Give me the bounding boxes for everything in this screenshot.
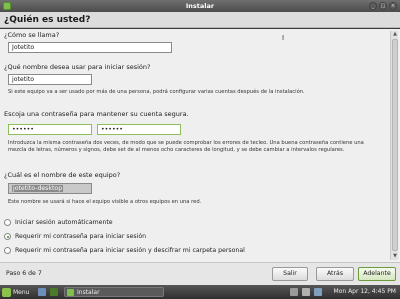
password-confirm-field[interactable]: •••••• — [97, 124, 181, 135]
radio-icon — [4, 247, 11, 254]
option-label: Iniciar sesión automáticamente — [15, 219, 113, 226]
scroll-down-icon[interactable]: ▼ — [391, 253, 399, 260]
require-password-option[interactable]: Requerir mi contraseña para iniciar sesi… — [4, 233, 146, 240]
name-field[interactable]: Jotetito — [8, 42, 172, 53]
page-title: ¿Quién es usted? — [4, 15, 91, 25]
start-menu-button[interactable]: Menu — [2, 287, 29, 297]
installer-icon — [67, 288, 74, 296]
step-indicator: Paso 6 de 7 — [6, 270, 42, 277]
taskbar: Menu Instalar Mon Apr 12, 4:45 PM — [0, 285, 400, 299]
password-field[interactable]: •••••• — [8, 124, 92, 135]
task-label: Instalar — [77, 288, 100, 296]
quit-button[interactable]: Salir — [272, 267, 308, 281]
back-button[interactable]: Atrás — [316, 267, 354, 281]
computer-name-field[interactable]: jotetito-desktop — [8, 183, 92, 194]
minimize-button[interactable]: _ — [369, 2, 377, 10]
taskbar-window-instalar[interactable]: Instalar — [64, 287, 164, 297]
radio-icon — [4, 219, 11, 226]
installer-icon — [3, 2, 11, 10]
computer-name-value: jotetito-desktop — [12, 185, 64, 192]
forward-button[interactable]: Adelante — [358, 267, 396, 281]
password-label: Escoja una contraseña para mantener su c… — [4, 110, 189, 118]
network-icon[interactable] — [290, 288, 298, 296]
menu-label: Menu — [13, 288, 30, 296]
login-label: ¿Qué nombre desea usar para iniciar sesi… — [4, 63, 151, 71]
computer-name-label: ¿Cuál es el nombre de este equipo? — [4, 171, 121, 179]
mint-logo-icon — [2, 287, 11, 297]
maximize-button[interactable]: □ — [379, 2, 387, 10]
scrollbar-thumb[interactable] — [392, 39, 398, 251]
radio-selected-icon — [4, 233, 11, 240]
show-desktop-icon[interactable] — [38, 288, 46, 296]
volume-icon[interactable] — [302, 288, 310, 296]
option-label: Requerir mi contraseña para iniciar sesi… — [15, 233, 147, 240]
vertical-scrollbar[interactable]: ▲ ▼ — [390, 31, 398, 260]
password-hint: Introduzca la misma contraseña dos veces… — [8, 140, 364, 153]
update-icon[interactable] — [314, 288, 322, 296]
encrypt-home-option[interactable]: Requerir mi contraseña para iniciar sesi… — [4, 247, 245, 254]
text-cursor-icon: Ⅰ — [282, 34, 285, 42]
wizard-footer: Paso 6 de 7 Salir Atrás Adelante — [0, 262, 400, 285]
close-button[interactable]: × — [389, 2, 397, 10]
terminal-icon[interactable] — [50, 288, 58, 296]
name-label: ¿Cómo se llama? — [4, 31, 60, 39]
window-title: Instalar — [185, 2, 215, 10]
login-hint: Si este equipo va a ser usado por más de… — [8, 89, 305, 95]
login-field[interactable]: jotetito — [8, 74, 92, 85]
option-label: Requerir mi contraseña para iniciar sesi… — [15, 247, 245, 254]
page-header: ¿Quién es usted? — [0, 12, 400, 28]
clock[interactable]: Mon Apr 12, 4:45 PM — [334, 288, 396, 295]
scroll-up-icon[interactable]: ▲ — [391, 31, 399, 38]
window-titlebar[interactable]: Instalar _ □ × — [0, 0, 400, 12]
auto-login-option[interactable]: Iniciar sesión automáticamente — [4, 219, 113, 226]
computer-name-hint: Este nombre se usará si hace el equipo v… — [8, 199, 202, 205]
